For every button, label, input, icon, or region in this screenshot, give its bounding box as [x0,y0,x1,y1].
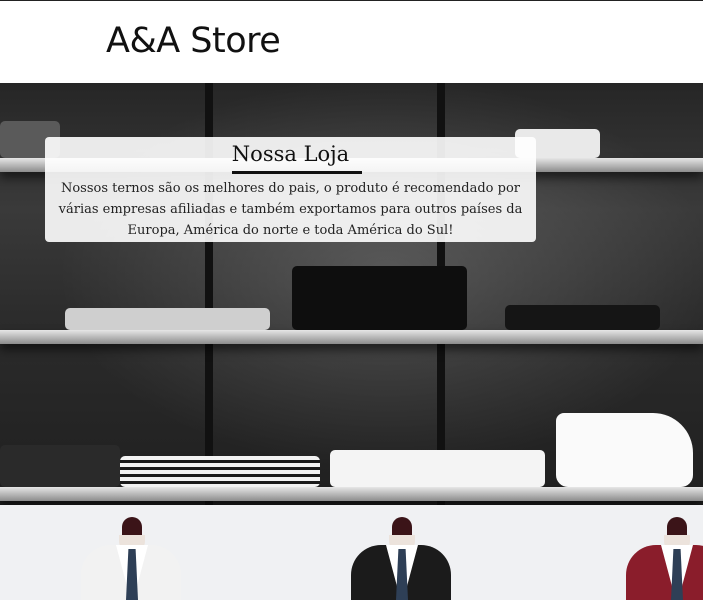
folded-clothes [505,305,660,330]
product-card[interactable] [606,505,703,600]
product-card[interactable] [61,505,201,600]
folded-clothes [292,266,467,330]
folded-clothes [65,308,270,330]
about-card: Nossa Loja Nossos ternos são os melhores… [45,137,536,242]
striped-shirts [120,456,320,487]
title-underline [232,171,362,174]
folded-clothes [330,450,545,487]
shelf [0,330,703,344]
products-section [0,505,703,600]
store-logo-text[interactable]: A&A Store [106,21,281,61]
about-description: Nossos ternos são os melhores do pais, o… [58,181,523,238]
about-title: Nossa Loja [231,142,350,166]
site-header: A&A Store [0,1,703,83]
white-boot [556,413,693,487]
product-card[interactable] [331,505,471,600]
folded-clothes [0,445,120,487]
shelf [0,487,703,501]
hero-banner: Nossa Loja Nossos ternos são os melhores… [0,83,703,505]
